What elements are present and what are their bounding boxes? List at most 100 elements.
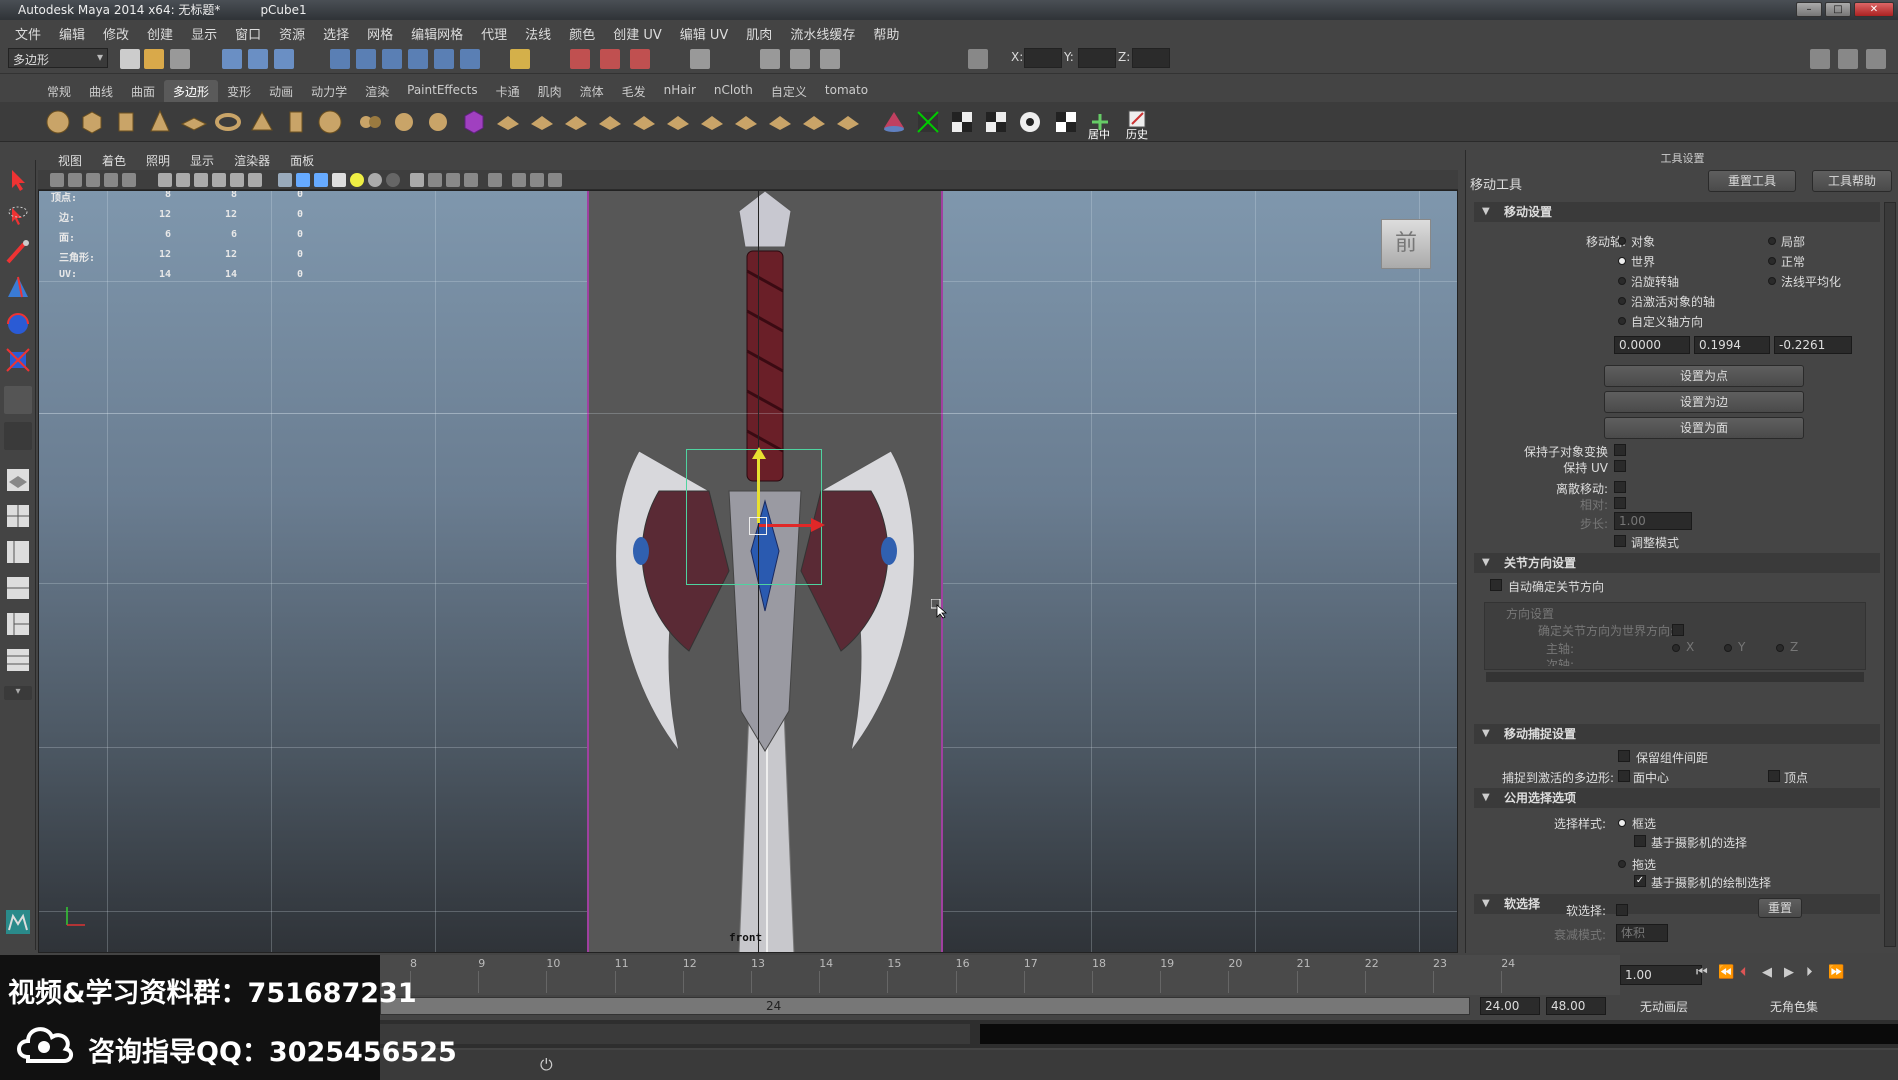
snap-curve-icon[interactable] [356,49,376,69]
step-forward-frame-icon[interactable]: ⏵ [1806,965,1818,985]
set-to-face-button[interactable]: 设置为面 [1604,417,1804,439]
menu-color[interactable]: 颜色 [560,24,604,43]
step-back-key-icon[interactable]: ⏪ [1718,965,1734,985]
radio-local[interactable] [1768,237,1776,245]
snap-plane-icon[interactable] [408,49,428,69]
sculpt-geometry-icon[interactable] [880,108,908,136]
orient-hscrollbar[interactable] [1486,672,1864,682]
poly-soccer-ball-icon[interactable] [316,108,344,136]
poly-cube-icon[interactable] [78,108,106,136]
shelf-tab[interactable]: 曲面 [122,80,164,102]
multisample-icon[interactable] [512,173,526,187]
step-forward-key-icon[interactable]: ⏩ [1828,965,1844,985]
shelf-tab[interactable]: 卡通 [487,80,529,102]
menu-edit-mesh[interactable]: 编辑网格 [402,24,472,43]
front-viewport[interactable]: 顶点: 8 8 0 边: 12 12 0 面: 6 6 0 三角形: 12 12… [38,190,1458,953]
field-chart-icon[interactable] [230,173,244,187]
shelf-tab[interactable]: 流体 [571,80,613,102]
split-polygon-icon[interactable] [562,108,590,136]
axis-z-field[interactable]: -0.2261 [1774,336,1852,354]
camera-attributes-icon[interactable] [68,173,82,187]
menu-create-uv[interactable]: 创建 UV [604,24,671,43]
shelf-tab[interactable]: 变形 [218,80,260,102]
toggle-tool-settings-icon[interactable] [820,49,840,69]
section-snap[interactable]: 移动捕捉设置 [1474,724,1880,744]
motion-blur-icon[interactable] [548,173,562,187]
shelf-tab[interactable]: 毛发 [613,80,655,102]
face-center-checkbox[interactable] [1618,770,1630,782]
shelf-tab[interactable]: nHair [655,80,705,102]
bridge-icon[interactable] [630,108,658,136]
close-button[interactable]: ✕ [1854,2,1894,17]
persp-graph-hypergraph-layout-icon[interactable] [4,646,32,674]
set-to-edge-button[interactable]: 设置为边 [1604,391,1804,413]
persp-outliner-layout-icon[interactable] [4,538,32,566]
new-scene-icon[interactable] [120,49,140,69]
soft-reset-button[interactable]: 重置 [1758,898,1802,918]
menu-create[interactable]: 创建 [138,24,182,43]
auto-joint-checkbox[interactable] [1490,579,1502,591]
shelf-tab[interactable]: 动画 [260,80,302,102]
keep-spacing-checkbox[interactable] [1618,750,1630,762]
vp-menu-lighting[interactable]: 照明 [136,152,180,170]
shadows-icon[interactable] [368,173,382,187]
shelf-tab-active[interactable]: 多边形 [164,80,219,102]
xray-icon[interactable] [410,173,424,187]
radio-normal-average[interactable] [1768,277,1776,285]
bookmarks-icon[interactable] [86,173,100,187]
vp-menu-show[interactable]: 显示 [180,152,224,170]
merge-icon[interactable] [698,108,726,136]
last-used-tool-icon[interactable] [4,386,32,414]
menu-modify[interactable]: 修改 [94,24,138,43]
expand-layouts-icon[interactable]: ▾ [4,686,32,700]
shelf-tab[interactable]: 动力学 [302,80,356,102]
single-perspective-layout-icon[interactable] [4,466,32,494]
film-gate-icon[interactable] [176,173,190,187]
primary-z-radio[interactable] [1776,644,1784,652]
keep-uv-checkbox[interactable] [1614,460,1626,472]
menu-display[interactable]: 显示 [182,24,226,43]
append-polygon-icon[interactable] [528,108,556,136]
play-backward-icon[interactable]: ◀ [1762,965,1774,985]
step-field[interactable]: 1.00 [1614,512,1692,530]
set-to-point-button[interactable]: 设置为点 [1604,365,1804,387]
axis-x-field[interactable]: 0.0000 [1614,336,1690,354]
menu-pipeline-cache[interactable]: 流水线缓存 [781,24,864,43]
construction-history-icon[interactable] [690,49,710,69]
character-set-dropdown[interactable]: 无角色集 [1770,998,1818,1015]
menu-help[interactable]: 帮助 [864,24,908,43]
gate-mask-icon[interactable] [212,173,226,187]
section-common-select[interactable]: 公用选择选项 [1474,788,1880,808]
shelf-tab[interactable]: 渲染 [356,80,398,102]
radio-custom-axis[interactable] [1618,317,1626,325]
poly-pipe-icon[interactable] [282,108,310,136]
menu-mesh[interactable]: 网格 [358,24,402,43]
radio-object[interactable] [1618,237,1626,245]
maximize-button[interactable]: □ [1825,2,1851,17]
anim-layer-dropdown[interactable]: 无动画层 [1640,998,1688,1015]
cut-faces-icon[interactable] [834,108,862,136]
four-view-layout-icon[interactable] [4,502,32,530]
automatic-mapping-icon[interactable] [1016,108,1044,136]
rotate-tool-icon[interactable] [4,310,32,338]
select-component-icon[interactable] [274,49,294,69]
transform-mode-icon[interactable] [968,49,988,69]
move-center-handle[interactable] [749,517,767,535]
toggle-panel-icon[interactable] [760,49,780,69]
channel-box-icon[interactable] [1866,49,1886,69]
uv-editor-icon[interactable] [914,108,942,136]
textured-icon[interactable] [332,173,346,187]
input-output-icon[interactable] [510,49,530,69]
radio-along-live-object[interactable] [1618,297,1626,305]
cylindrical-mapping-icon[interactable] [982,108,1010,136]
interactive-split-icon[interactable] [732,108,760,136]
poly-sphere-icon[interactable] [44,108,72,136]
drag-radio[interactable] [1618,860,1626,868]
checker-texture-icon[interactable] [1052,108,1080,136]
smooth-icon[interactable] [460,108,488,136]
xray-joints-icon[interactable] [428,173,442,187]
menu-normals[interactable]: 法线 [516,24,560,43]
open-scene-icon[interactable] [144,49,164,69]
shelf-tab[interactable]: 肌肉 [529,80,571,102]
x-field[interactable] [1024,48,1062,68]
